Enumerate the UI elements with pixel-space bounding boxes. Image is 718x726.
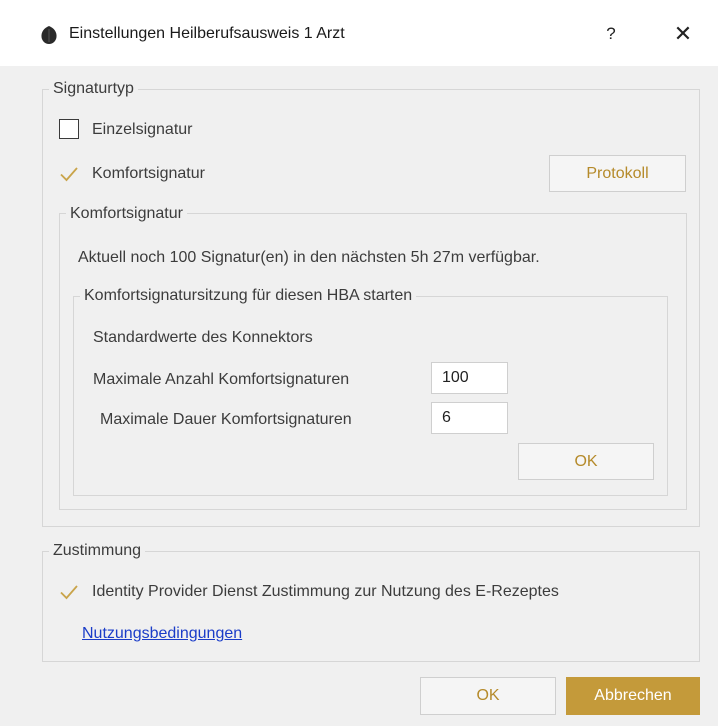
zustimmung-group-title: Zustimmung xyxy=(49,542,146,560)
max-count-label: Maximale Anzahl Komfortsignaturen xyxy=(93,371,350,388)
settings-dialog: Einstellungen Heilberufsausweis 1 Arzt ?… xyxy=(0,0,718,726)
app-icon xyxy=(41,26,57,44)
komfort-status-text: Aktuell noch 100 Signatur(en) in den näc… xyxy=(78,249,540,266)
einzelsignatur-label: Einzelsignatur xyxy=(92,121,193,138)
session-group-title: Komfortsignatursitzung für diesen HBA st… xyxy=(80,287,417,305)
max-duration-field[interactable]: 6 xyxy=(431,402,508,434)
einzelsignatur-checkbox[interactable] xyxy=(59,119,79,139)
komfortsignatur-checkbox[interactable] xyxy=(58,163,80,185)
footer-ok-button[interactable]: OK xyxy=(420,677,556,715)
help-button[interactable]: ? xyxy=(596,19,626,49)
consent-checkbox[interactable] xyxy=(58,581,80,603)
max-count-field[interactable]: 100 xyxy=(431,362,508,394)
window-title: Einstellungen Heilberufsausweis 1 Arzt xyxy=(69,25,345,42)
komfortsignatur-group-title: Komfortsignatur xyxy=(66,205,187,223)
session-ok-button[interactable]: OK xyxy=(518,443,654,480)
consent-label: Identity Provider Dienst Zustimmung zur … xyxy=(92,583,559,600)
title-bar: Einstellungen Heilberufsausweis 1 Arzt ?… xyxy=(0,0,718,66)
max-duration-label: Maximale Dauer Komfortsignaturen xyxy=(100,411,352,428)
close-button[interactable]: ✕ xyxy=(668,19,698,49)
protokoll-button[interactable]: Protokoll xyxy=(549,155,686,192)
zustimmung-group xyxy=(42,551,700,662)
signaturtyp-group-title: Signaturtyp xyxy=(49,80,138,98)
defaults-label: Standardwerte des Konnektors xyxy=(93,329,313,346)
cancel-button[interactable]: Abbrechen xyxy=(566,677,700,715)
komfortsignatur-label: Komfortsignatur xyxy=(92,165,205,182)
nutzungsbedingungen-link[interactable]: Nutzungsbedingungen xyxy=(82,624,242,644)
